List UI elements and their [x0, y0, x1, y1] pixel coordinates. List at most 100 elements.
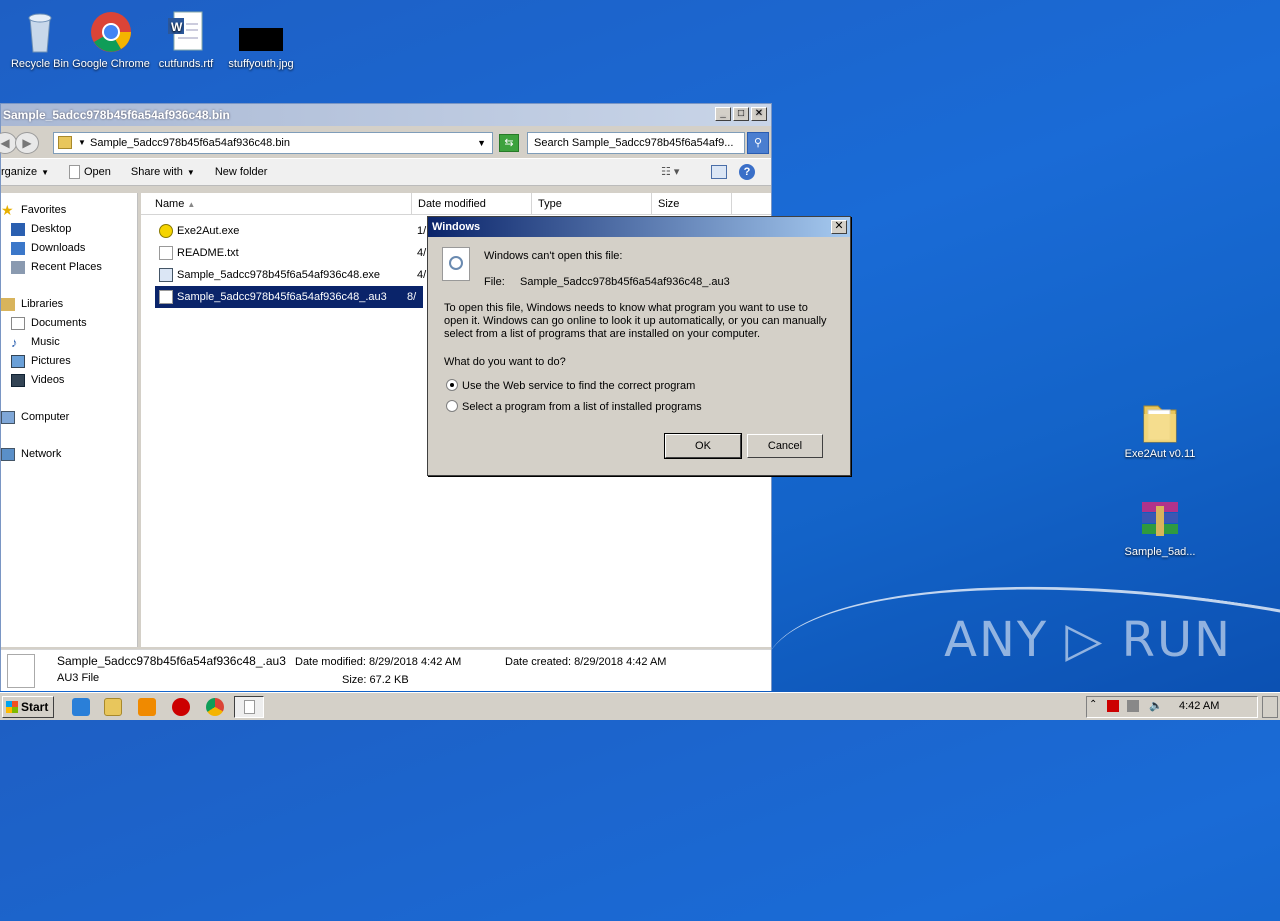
sort-up-icon: ▲: [187, 200, 196, 209]
address-bar-row: ◀ ▶ ▼ Sample_5adcc978b45f6a54af936c48.bi…: [0, 126, 771, 158]
desktop-icon-stuffyouth[interactable]: stuffyouth.jpg: [221, 8, 301, 70]
column-size[interactable]: Size: [652, 193, 732, 214]
radio-installed-programs[interactable]: [446, 400, 458, 412]
network-icon: [1, 448, 15, 461]
share-with-button[interactable]: Share with ▼: [121, 166, 205, 178]
dialog-explanation: open it. Windows can go online to look i…: [444, 315, 827, 327]
volume-icon[interactable]: 🔈: [1149, 699, 1163, 712]
videos-icon: [11, 374, 25, 387]
file-date: 4/: [417, 247, 427, 259]
star-icon: ★: [1, 202, 14, 218]
nav-label: Desktop: [31, 223, 72, 235]
image-file-icon: [237, 8, 285, 56]
pictures-icon: [11, 355, 25, 368]
details-date-created: Date created: 8/29/2018 4:42 AM: [505, 656, 667, 668]
windows-logo-icon: [6, 701, 18, 713]
maximize-button[interactable]: □: [733, 107, 749, 121]
address-dropdown-icon[interactable]: ▼: [477, 133, 486, 153]
column-headers: Name ▲ Date modified Type Size: [141, 193, 771, 215]
column-date-modified[interactable]: Date modified: [412, 193, 532, 214]
column-name[interactable]: Name ▲: [141, 193, 412, 214]
minimize-button[interactable]: _: [715, 107, 731, 121]
nav-favorites[interactable]: ★ Favorites: [1, 201, 137, 220]
music-icon: ♪: [11, 335, 18, 350]
dialog-close-button[interactable]: ✕: [831, 220, 847, 234]
file-preview-icon: [7, 654, 35, 688]
dialog-taskbar-button[interactable]: [234, 696, 264, 718]
forward-button[interactable]: ▶: [15, 132, 39, 154]
network-tray-icon[interactable]: [1127, 700, 1139, 712]
search-input[interactable]: Search Sample_5adcc978b45f6a54af9...: [527, 132, 745, 154]
nav-music[interactable]: ♪ Music: [1, 333, 137, 352]
address-path: Sample_5adcc978b45f6a54af936c48.bin: [90, 137, 290, 149]
document-icon: [243, 700, 255, 714]
nav-desktop[interactable]: Desktop: [1, 220, 137, 239]
desktop-icon-label: stuffyouth.jpg: [228, 58, 294, 70]
start-button[interactable]: Start: [2, 696, 54, 718]
nav-documents[interactable]: Documents: [1, 314, 137, 333]
column-label: Name: [155, 198, 185, 210]
file-date: 4/: [417, 269, 427, 281]
window-title: Sample_5adcc978b45f6a54af936c48.bin: [3, 108, 230, 122]
svg-text:W: W: [171, 20, 183, 34]
nav-label: Downloads: [31, 242, 86, 254]
chrome-taskbar-icon[interactable]: [206, 698, 224, 716]
nav-videos[interactable]: Videos: [1, 371, 137, 390]
new-folder-button[interactable]: New folder: [205, 166, 278, 178]
chrome-icon: [87, 8, 135, 56]
file-name: Sample_5adcc978b45f6a54af936c48_.au3: [155, 286, 417, 308]
explorer-titlebar[interactable]: Sample_5adcc978b45f6a54af936c48.bin _ □ …: [1, 104, 771, 126]
help-icon[interactable]: ?: [739, 164, 755, 180]
nav-computer[interactable]: Computer: [1, 408, 137, 427]
tray-expand-icon[interactable]: ⌃: [1089, 699, 1097, 710]
nav-network[interactable]: Network: [1, 445, 137, 464]
open-with-dialog: Windows ✕ Windows can't open this file: …: [427, 216, 851, 476]
details-date-modified: Date modified: 8/29/2018 4:42 AM: [295, 656, 462, 668]
taskbar: Start ⌃ 🔈 4:42 AM: [0, 692, 1280, 720]
nav-recent-places[interactable]: Recent Places: [1, 258, 137, 277]
column-type[interactable]: Type: [532, 193, 652, 214]
ok-button[interactable]: OK: [664, 433, 742, 459]
column-label: Type: [538, 198, 562, 210]
address-bar[interactable]: ▼ Sample_5adcc978b45f6a54af936c48.bin ▼: [53, 132, 493, 154]
desktop-icon-sample-archive[interactable]: Sample_5ad...: [1120, 496, 1200, 558]
file-name: README.txt: [177, 247, 239, 259]
radio-web-service[interactable]: [446, 379, 458, 391]
breadcrumb-chevron-icon[interactable]: ▼: [78, 133, 86, 153]
close-button[interactable]: ✕: [751, 107, 767, 121]
view-options-icon[interactable]: ☷ ▾: [661, 165, 679, 178]
desktop-icon-label: Exe2Aut v0.11: [1124, 448, 1196, 460]
media-player-icon[interactable]: [138, 698, 156, 716]
nav-libraries[interactable]: Libraries: [1, 295, 137, 314]
search-icon[interactable]: ⚲: [747, 132, 769, 154]
radio-installed-programs-label[interactable]: Select a program from a list of installe…: [462, 401, 702, 413]
desktop-icon-google-chrome[interactable]: Google Chrome: [71, 8, 151, 70]
explorer-taskbar-button[interactable]: [104, 698, 122, 716]
desktop-icon: [11, 223, 25, 236]
nav-label: Videos: [31, 374, 65, 386]
text-file-icon: [159, 246, 173, 260]
clock[interactable]: 4:42 AM: [1179, 700, 1219, 712]
desktop-icon-exe2aut[interactable]: Exe2Aut v0.11: [1120, 398, 1200, 460]
antivirus-icon[interactable]: [172, 698, 190, 716]
action-center-icon[interactable]: [1107, 700, 1119, 712]
desktop-icon-recycle-bin[interactable]: Recycle Bin: [0, 8, 80, 70]
libraries-icon: [1, 298, 15, 311]
refresh-button[interactable]: ⇆: [499, 134, 519, 152]
file-name: Sample_5adcc978b45f6a54af936c48.exe: [177, 269, 381, 281]
nav-pictures[interactable]: Pictures: [1, 352, 137, 371]
file-date: 1/: [417, 225, 427, 237]
nav-label: Favorites: [21, 204, 67, 216]
radio-web-service-label[interactable]: Use the Web service to find the correct …: [462, 380, 695, 392]
cancel-button[interactable]: Cancel: [747, 434, 823, 458]
file-date: 8/: [407, 286, 423, 308]
internet-explorer-icon[interactable]: [72, 698, 90, 716]
nav-downloads[interactable]: Downloads: [1, 239, 137, 258]
documents-icon: [11, 317, 25, 330]
open-button[interactable]: Open: [59, 165, 121, 179]
organize-button[interactable]: rganize ▼: [1, 166, 59, 178]
dialog-titlebar[interactable]: Windows ✕: [428, 217, 850, 237]
preview-pane-icon[interactable]: [711, 165, 727, 179]
desktop-icon-cutfunds[interactable]: W cutfunds.rtf: [146, 8, 226, 70]
show-desktop-button[interactable]: [1262, 696, 1278, 718]
